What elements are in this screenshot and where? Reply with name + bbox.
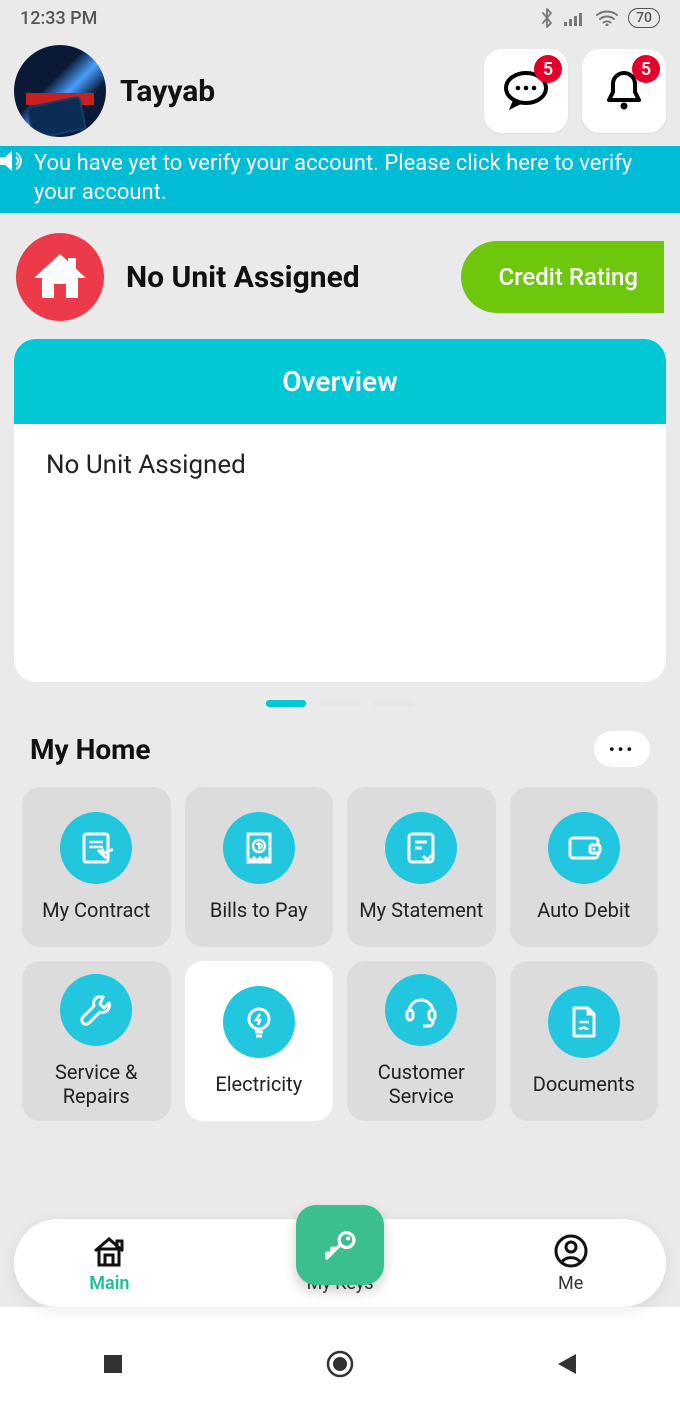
bluetooth-icon [540, 8, 554, 28]
contract-icon [60, 812, 132, 884]
tile-label: My Contract [42, 898, 150, 922]
nav-recent[interactable] [98, 1349, 128, 1379]
bills-icon [223, 812, 295, 884]
signal-icon [564, 10, 586, 26]
nav-home[interactable] [325, 1349, 355, 1379]
key-icon [320, 1227, 360, 1263]
overview-body: No Unit Assigned [14, 424, 666, 682]
carousel-dot-2[interactable] [320, 700, 360, 707]
tile-label: My Statement [359, 898, 483, 922]
verify-account-banner[interactable]: You have yet to verify your account. Ple… [0, 146, 680, 213]
tile-my-contract[interactable]: My Contract [22, 787, 171, 947]
tile-auto-debit[interactable]: Auto Debit [510, 787, 659, 947]
notifications-badge: 5 [632, 55, 660, 83]
carousel-dot-1[interactable] [266, 700, 306, 707]
bottom-white-strip [0, 1307, 680, 1321]
tab-me-label: Me [558, 1273, 583, 1294]
tile-label: Bills to Pay [210, 898, 308, 922]
tile-customer-service[interactable]: Customer Service [347, 961, 496, 1121]
tile-service-repairs[interactable]: Service & Repairs [22, 961, 171, 1121]
username-label: Tayyab [120, 74, 215, 109]
tile-label: Electricity [215, 1072, 302, 1096]
tile-label: Auto Debit [537, 898, 630, 922]
tile-label: Documents [533, 1072, 635, 1096]
my-home-header: My Home ••• [0, 731, 680, 767]
verify-banner-text: You have yet to verify your account. Ple… [34, 151, 632, 205]
speaker-icon [0, 150, 32, 172]
credit-rating-button[interactable]: Credit Rating [461, 241, 665, 313]
headset-icon [385, 974, 457, 1046]
tile-electricity[interactable]: Electricity [185, 961, 334, 1121]
overview-header: Overview [14, 339, 666, 424]
tile-label: Service & Repairs [28, 1060, 165, 1108]
tab-me[interactable]: Me [551, 1233, 591, 1294]
tab-main-label: Main [89, 1273, 129, 1294]
home-icon [16, 233, 104, 321]
notifications-button[interactable]: 5 [582, 49, 666, 133]
statement-icon [385, 812, 457, 884]
unit-row: No Unit Assigned Credit Rating [0, 213, 680, 339]
status-time: 12:33 PM [20, 8, 97, 29]
home-grid: My Contract Bills to Pay My Statement Au… [0, 767, 680, 1121]
carousel-indicator [0, 700, 680, 707]
tile-bills-to-pay[interactable]: Bills to Pay [185, 787, 334, 947]
android-nav-bar [0, 1321, 680, 1407]
status-right: 70 [540, 8, 660, 28]
chat-button[interactable]: 5 [484, 49, 568, 133]
carousel-dot-3[interactable] [374, 700, 414, 707]
battery-indicator: 70 [628, 8, 660, 28]
tile-documents[interactable]: Documents [510, 961, 659, 1121]
wifi-icon [596, 10, 618, 26]
chat-badge: 5 [534, 55, 562, 83]
tab-bar: Main My Keys Me [14, 1219, 666, 1307]
nav-back[interactable] [552, 1349, 582, 1379]
tile-my-statement[interactable]: My Statement [347, 787, 496, 947]
wallet-icon [548, 812, 620, 884]
status-bar: 12:33 PM 70 [0, 0, 680, 36]
avatar[interactable] [14, 45, 106, 137]
app-header: Tayyab 5 5 [0, 36, 680, 146]
tab-keys[interactable]: My Keys [280, 1233, 400, 1294]
unit-title: No Unit Assigned [126, 260, 360, 295]
my-home-title: My Home [30, 733, 151, 766]
bulb-icon [223, 986, 295, 1058]
tile-label: Customer Service [353, 1060, 490, 1108]
wrench-icon [60, 974, 132, 1046]
overview-card: Overview No Unit Assigned [14, 339, 666, 682]
key-fab[interactable] [296, 1205, 384, 1285]
document-icon [548, 986, 620, 1058]
tab-main[interactable]: Main [89, 1233, 129, 1294]
more-button[interactable]: ••• [594, 731, 650, 767]
